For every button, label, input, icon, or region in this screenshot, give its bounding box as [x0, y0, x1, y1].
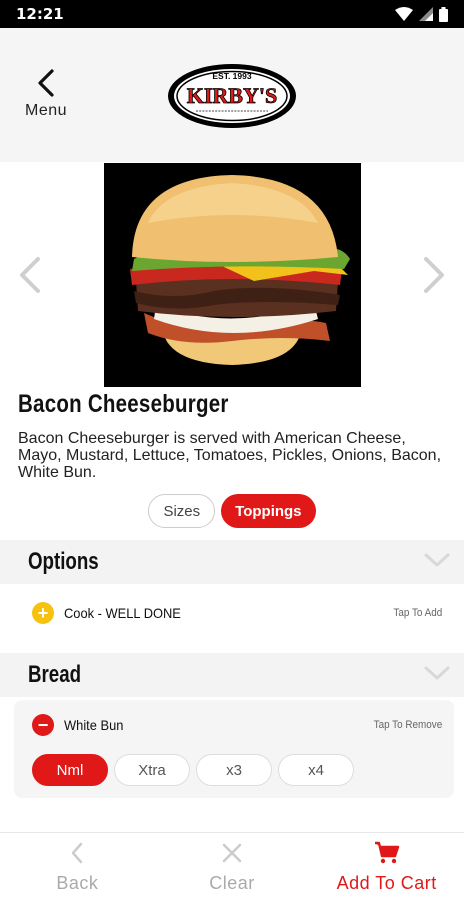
tab-sizes[interactable]: Sizes: [148, 494, 216, 528]
option-item-hint: Tap To Add: [393, 607, 442, 619]
section-title-options: Options: [28, 548, 99, 575]
back-to-menu-label: Menu: [24, 102, 68, 119]
header: Menu EST. 1993 KIRBY'S: [0, 28, 464, 162]
logo-est-text: EST. 1993: [212, 71, 251, 81]
product-description: Bacon Cheeseburger is served with Americ…: [18, 430, 442, 481]
back-to-menu-button[interactable]: Menu: [16, 68, 76, 120]
quantity-option-x4[interactable]: x4: [278, 754, 354, 786]
chevron-left-icon: [38, 69, 54, 97]
plus-icon[interactable]: +: [32, 602, 54, 624]
chevron-right-icon: [424, 257, 444, 293]
cellular-signal-icon: [419, 7, 433, 21]
status-time: 12:21: [16, 5, 64, 23]
close-icon: [222, 843, 242, 863]
next-item-button[interactable]: [420, 255, 448, 300]
status-bar: 12:21: [0, 0, 464, 28]
bread-item-card: − White Bun Tap To Remove Nml Xtra x3 x4: [14, 700, 454, 798]
option-item-cook-well-done[interactable]: + Cook - WELL DONE Tap To Add: [0, 585, 464, 641]
previous-item-button[interactable]: [16, 255, 44, 300]
quantity-option-nml[interactable]: Nml: [32, 754, 108, 786]
status-icons: [395, 6, 448, 22]
product-title: Bacon Cheeseburger: [18, 390, 229, 418]
clear-button-label: Clear: [209, 873, 255, 893]
tab-toppings[interactable]: Toppings: [221, 494, 316, 528]
chevron-left-icon: [72, 842, 83, 864]
shopping-cart-icon: [374, 841, 399, 864]
option-item-label: Cook - WELL DONE: [64, 605, 181, 621]
quantity-option-xtra[interactable]: Xtra: [114, 754, 190, 786]
quantity-selector: Nml Xtra x3 x4: [32, 754, 354, 786]
chevron-down-icon: [424, 553, 450, 567]
product-image: [104, 163, 361, 387]
bread-item-hint: Tap To Remove: [373, 719, 442, 731]
quantity-option-x3[interactable]: x3: [196, 754, 272, 786]
bread-item-label: White Bun: [64, 717, 124, 733]
kirbys-logo: EST. 1993 KIRBY'S: [168, 64, 296, 128]
topping-tabs: Sizes Toppings: [0, 494, 464, 528]
add-to-cart-button[interactable]: Add To Cart: [309, 833, 464, 900]
bottom-action-bar: Back Clear Add To Cart: [0, 832, 464, 900]
chevron-left-icon: [20, 257, 40, 293]
back-button-label: Back: [56, 873, 99, 893]
add-to-cart-label: Add To Cart: [336, 873, 437, 893]
section-header-options[interactable]: Options: [0, 540, 464, 584]
back-button[interactable]: Back: [0, 833, 155, 900]
section-title-bread: Bread: [28, 661, 82, 688]
battery-icon: [439, 6, 448, 22]
logo-name-text: KIRBY'S: [187, 83, 277, 108]
minus-icon[interactable]: −: [32, 714, 54, 736]
burger-illustration: [104, 163, 361, 387]
chevron-down-icon: [424, 666, 450, 680]
wifi-icon: [395, 7, 413, 21]
bread-item-white-bun[interactable]: − White Bun Tap To Remove: [14, 700, 454, 750]
clear-button[interactable]: Clear: [155, 833, 310, 900]
section-header-bread[interactable]: Bread: [0, 653, 464, 697]
